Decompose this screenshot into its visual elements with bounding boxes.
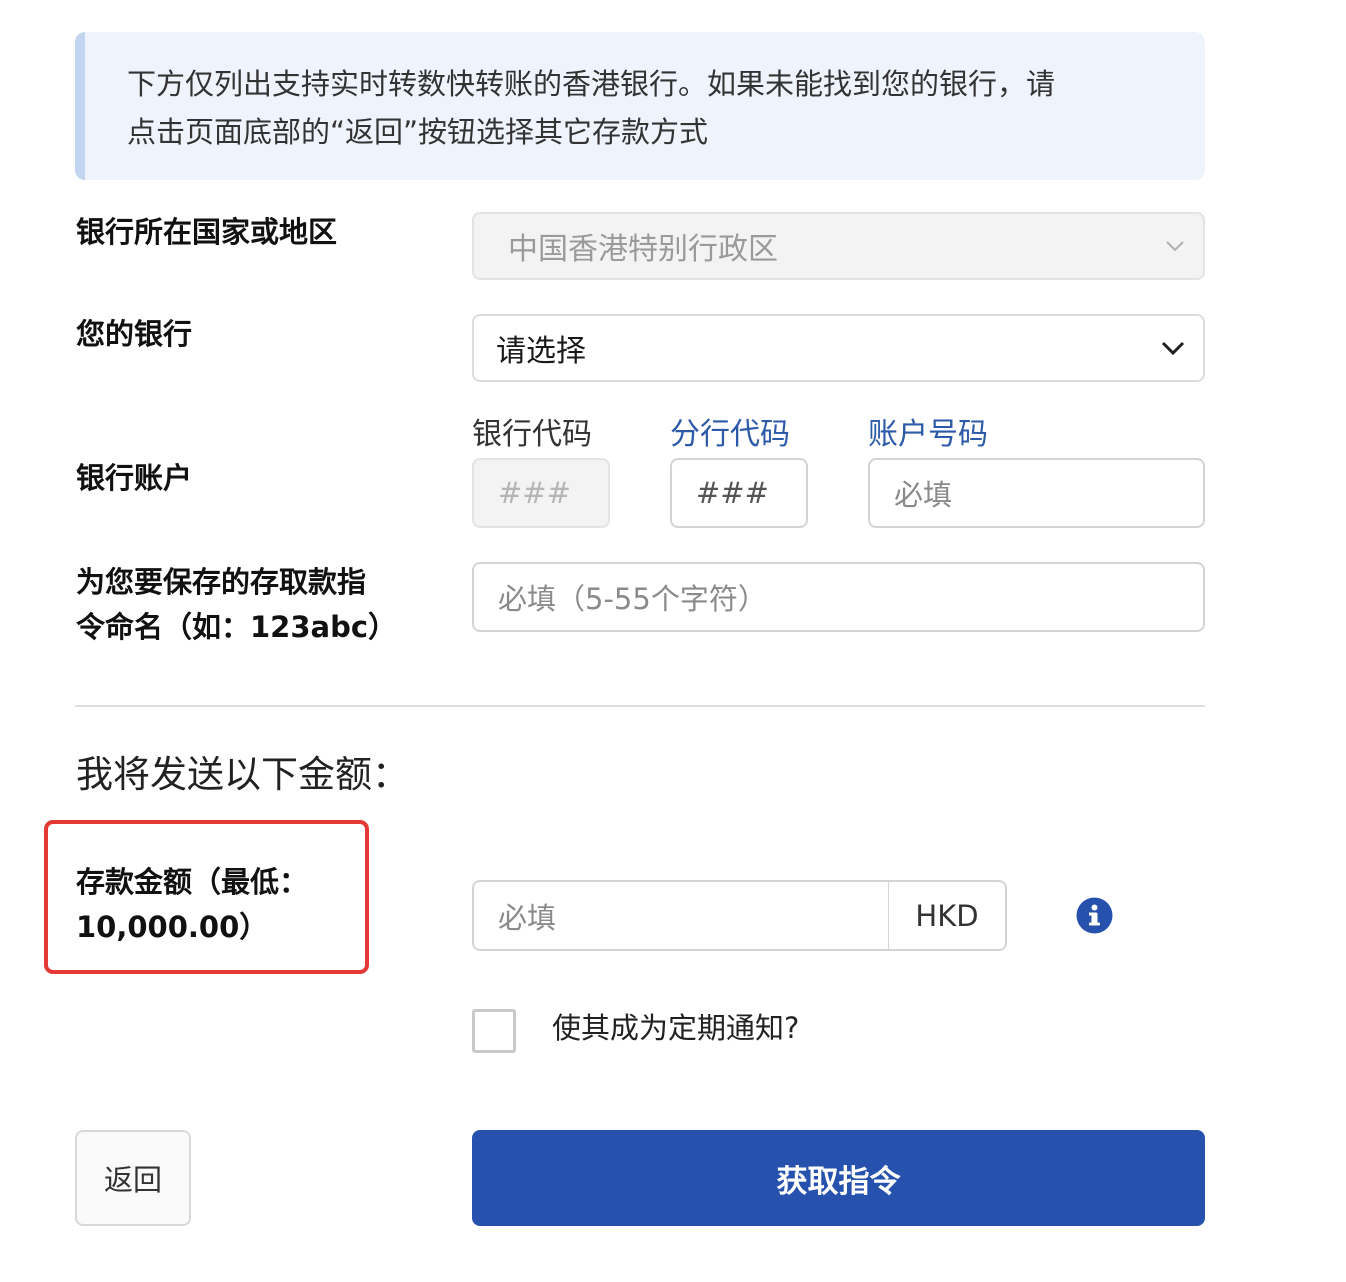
amount-section-title: 我将发送以下金额： xyxy=(76,753,409,796)
bank-select[interactable]: 请选择 xyxy=(472,314,1205,382)
recurring-checkbox-label[interactable]: 使其成为定期通知? xyxy=(552,1006,799,1050)
bank-label: 您的银行 xyxy=(76,317,193,351)
currency-addon: HKD xyxy=(889,880,1007,951)
instruction-name-placeholder: 必填（5-55个字符） xyxy=(498,582,767,616)
deposit-label-line2: 10,000.00） xyxy=(76,910,269,944)
recurring-checkbox[interactable] xyxy=(472,1009,516,1053)
notice-line-1: 下方仅列出支持实时转数快转账的香港银行。如果未能找到您的银行，请 xyxy=(127,67,1056,101)
instruction-name-input[interactable]: 必填（5-55个字符） xyxy=(472,562,1205,632)
account-number-link[interactable]: 账户号码 xyxy=(868,414,988,456)
get-instructions-button[interactable]: 获取指令 xyxy=(472,1130,1205,1226)
bank-code-placeholder: ### xyxy=(498,476,571,510)
info-notice: 下方仅列出支持实时转数快转账的香港银行。如果未能找到您的银行，请 点击页面底部的… xyxy=(75,32,1205,180)
deposit-amount-input[interactable]: 必填 xyxy=(472,880,890,951)
info-icon[interactable] xyxy=(1076,897,1113,934)
country-value: 中国香港特别行政区 xyxy=(508,232,778,267)
branch-code-input[interactable]: ### xyxy=(670,458,808,528)
bank-account-label: 银行账户 xyxy=(76,461,193,495)
deposit-amount-label: 存款金额（最低： 10,000.00） xyxy=(76,860,308,950)
divider xyxy=(75,705,1205,707)
bank-value: 请选择 xyxy=(496,334,586,369)
bank-code-input: ### xyxy=(472,458,610,528)
back-button[interactable]: 返回 xyxy=(75,1130,191,1226)
deposit-amount-placeholder: 必填 xyxy=(498,900,557,935)
branch-code-link[interactable]: 分行代码 xyxy=(670,414,790,456)
bank-code-label: 银行代码 xyxy=(472,417,592,452)
branch-code-placeholder: ### xyxy=(696,476,769,510)
instruction-name-label-line1: 为您要保存的存取款指 xyxy=(76,565,367,599)
chevron-down-icon xyxy=(1166,241,1184,252)
account-number-input[interactable]: 必填 xyxy=(868,458,1205,528)
chevron-down-icon xyxy=(1161,341,1185,355)
deposit-label-line1: 存款金额（最低： xyxy=(76,865,309,899)
notice-line-2: 点击页面底部的“返回”按钮选择其它存款方式 xyxy=(127,115,709,149)
country-select: 中国香港特别行政区 xyxy=(472,212,1205,280)
country-label: 银行所在国家或地区 xyxy=(76,215,338,249)
instruction-name-label-line2: 令命名（如：123abc） xyxy=(76,610,398,644)
account-number-placeholder: 必填 xyxy=(894,478,953,512)
instruction-name-label: 为您要保存的存取款指 令命名（如：123abc） xyxy=(76,560,397,650)
